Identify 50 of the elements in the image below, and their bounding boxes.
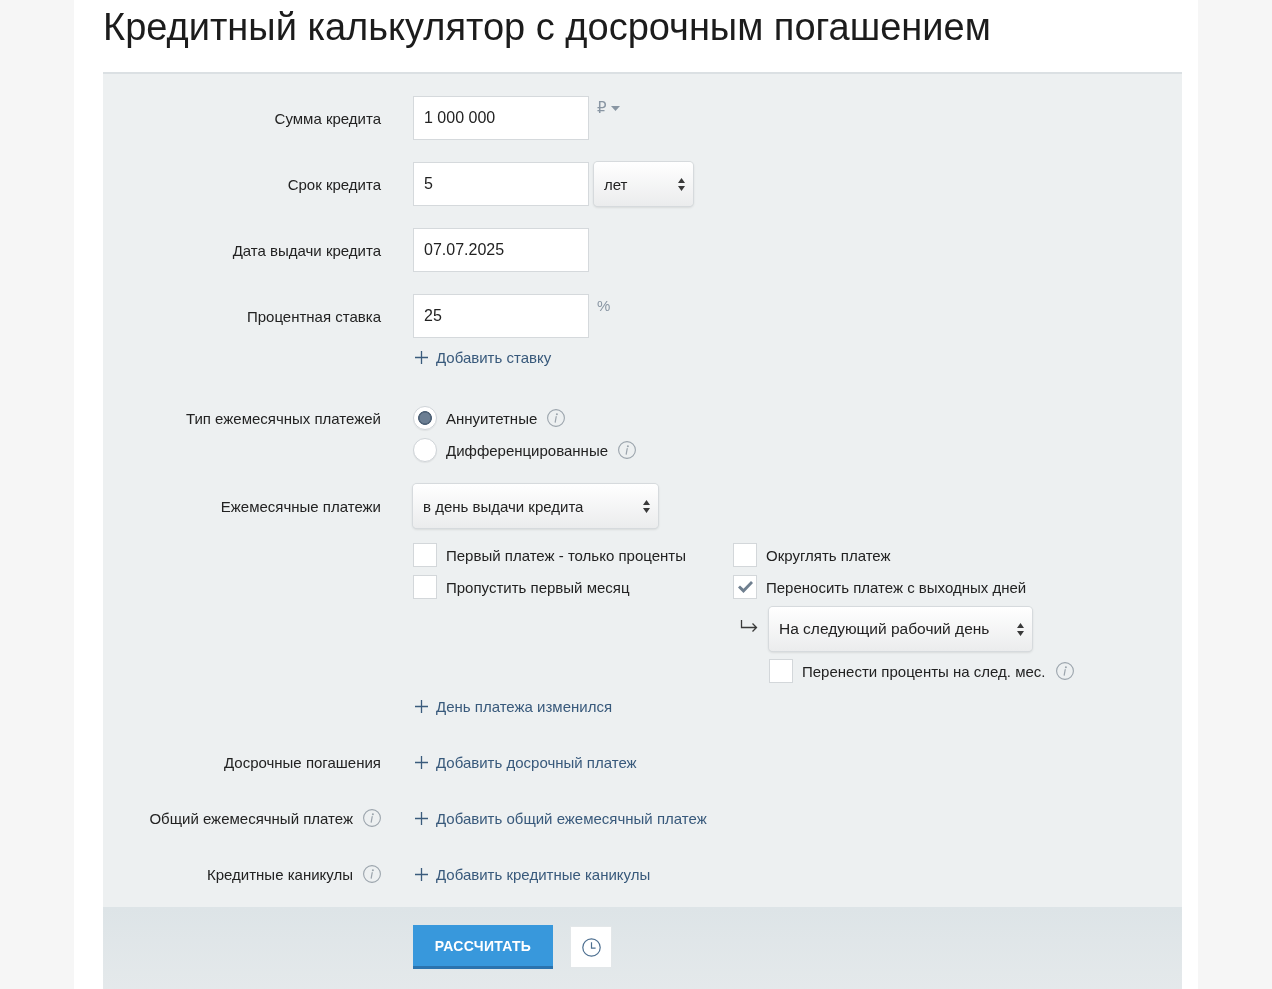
input-field[interactable]: 5 [413, 162, 589, 206]
add-link[interactable]: Добавить кредитные каникулы [413, 857, 651, 891]
plus-icon [415, 350, 428, 364]
field-label: Срок кредита [287, 175, 381, 193]
up-down-arrows-icon [643, 499, 650, 513]
unit-label: % [597, 297, 611, 315]
checkbox[interactable] [769, 659, 793, 683]
up-down-arrows-icon [1017, 622, 1024, 636]
add-link[interactable]: Добавить общий ежемесячный платеж [413, 801, 707, 835]
plus-icon [415, 867, 428, 881]
checkbox-label[interactable]: Первый платеж - только проценты [446, 546, 686, 564]
field-label: Общий ежемесячный платеж [149, 809, 353, 827]
radio-label[interactable]: Дифференцированные [446, 441, 609, 459]
plus-icon [415, 811, 428, 825]
radio-button[interactable] [413, 438, 437, 462]
bent-arrow-icon [740, 619, 758, 633]
plus-icon [415, 755, 428, 769]
clock-icon [581, 937, 601, 957]
checkbox-label[interactable]: Пропустить первый месяц [446, 578, 630, 596]
up-down-arrows-icon [678, 177, 685, 191]
check-icon [737, 581, 753, 593]
checkbox[interactable] [413, 575, 437, 599]
field-label: Дата выдачи кредита [232, 241, 381, 259]
checkbox-label[interactable]: Переносить платеж с выходных дней [766, 578, 1027, 596]
field-label: Досрочные погашения [223, 753, 381, 771]
checkbox-label[interactable]: Перенести проценты на след. мес. [802, 662, 1046, 680]
plus-icon [415, 699, 428, 713]
add-link[interactable]: День платежа изменился [413, 689, 613, 723]
checkbox[interactable] [733, 543, 757, 567]
checkbox[interactable] [733, 575, 757, 599]
select-field[interactable]: лет [594, 162, 693, 206]
input-field[interactable]: 1 000 000 [413, 96, 589, 140]
checkbox[interactable] [413, 543, 437, 567]
field-label: Сумма кредита [274, 109, 381, 127]
add-link[interactable]: Добавить досрочный платеж [413, 745, 637, 779]
page-title: Кредитный калькулятор с досрочным погашением [103, 5, 992, 50]
radio-label[interactable]: Аннуитетные [446, 409, 538, 427]
add-link[interactable]: Добавить ставку [413, 340, 552, 374]
field-label: Кредитные каникулы [207, 865, 353, 883]
caret-icon [610, 105, 620, 111]
radio-button[interactable] [413, 406, 437, 430]
clock-button[interactable] [570, 926, 612, 968]
field-label: Ежемесячные платежи [220, 497, 381, 515]
checkbox-label[interactable]: Округлять платеж [766, 546, 891, 564]
select-field[interactable]: На следующий рабочий день [769, 607, 1032, 651]
input-field[interactable]: 25 [413, 294, 589, 338]
input-field[interactable]: 07.07.2025 [413, 228, 589, 272]
field-label: Тип ежемесячных платежей [185, 409, 381, 427]
select-field[interactable]: в день выдачи кредита [413, 484, 658, 528]
field-label: Процентная ставка [246, 307, 381, 325]
